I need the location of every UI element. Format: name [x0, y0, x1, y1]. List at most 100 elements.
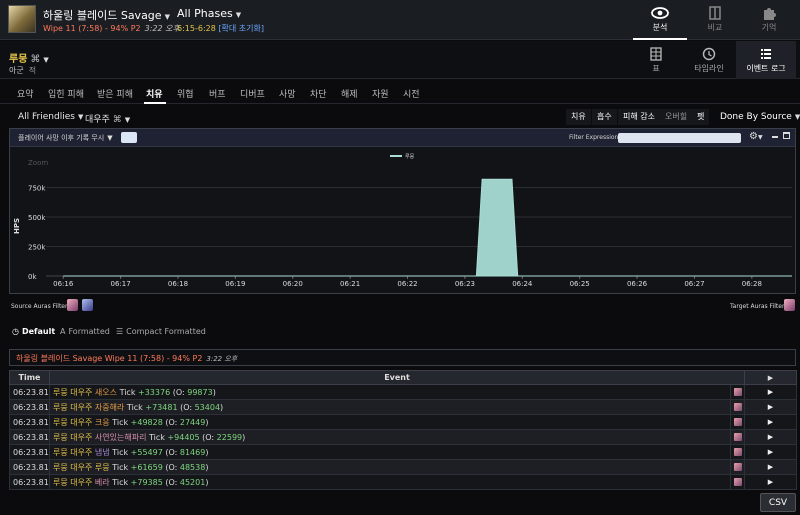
filter-expression-input[interactable]: [618, 133, 741, 143]
table-row[interactable]: 06:23.812루뭉 대우주 루뭉 Tick +61659 (O: 48538…: [9, 459, 797, 475]
target-dropdown[interactable]: 대우주 ⌘ ▼: [85, 112, 130, 125]
target-aura-icon[interactable]: [784, 299, 795, 311]
gear-icon[interactable]: ⚙▼: [749, 131, 763, 142]
table-row[interactable]: 06:23.812루뭉 대우주 사연있는해파리 Tick +94405 (O: …: [9, 429, 797, 445]
ability-icon: [733, 418, 742, 426]
mode-healing-button[interactable]: 치유: [566, 109, 591, 125]
tab-dispels[interactable]: 해제: [341, 87, 358, 100]
boss-avatar: [8, 5, 36, 33]
chevron-down-icon: ▼: [794, 113, 800, 121]
expand-row-icon[interactable]: ▶: [744, 429, 797, 445]
table-row[interactable]: 06:23.812루뭉 대우주 크응 Tick +49828 (O: 27449…: [9, 414, 797, 430]
tab-resources[interactable]: 자원: [372, 87, 389, 100]
tab-threat[interactable]: 위협: [177, 87, 194, 100]
expand-row-icon[interactable]: ▶: [744, 414, 797, 430]
player-name: 루뭉: [9, 54, 28, 65]
expand-row-icon[interactable]: ▶: [744, 474, 797, 490]
format-formatted-label: Formatted: [68, 327, 110, 336]
fight-subtitle: Wipe 11 (7:58) - 94% P2 3:22 오후: [43, 23, 180, 34]
ignore-after-death-dropdown[interactable]: 플레이어 사망 이후 기록 무시 ▼: [18, 133, 113, 143]
event-source: 루뭉: [53, 387, 68, 397]
chevron-down-icon: ▼: [164, 13, 170, 21]
event-overheal-close: ): [205, 447, 209, 457]
event-time: 06:23.812: [9, 459, 50, 475]
player-symbol: ⌘: [30, 54, 41, 65]
view-tab-table-label: 표: [652, 64, 660, 73]
event-overheal-close: ): [212, 387, 216, 397]
x-tick-label: 06:17: [111, 280, 131, 288]
format-compact[interactable]: ☰ Compact Formatted: [116, 327, 206, 336]
event-tick: Tick: [149, 432, 165, 442]
ability-icon: [733, 433, 742, 441]
nav-remember[interactable]: 기억: [742, 0, 796, 40]
maximize-icon[interactable]: [783, 132, 790, 139]
event-time: 06:23.812: [9, 474, 50, 490]
minimize-icon[interactable]: [772, 136, 778, 138]
fight-selector[interactable]: 하울링 블레이드 Savage ▼: [43, 7, 170, 23]
graph-panel: 플레이어 사망 이후 기록 무시 ▼ Filter Expression: ⚙▼ …: [9, 128, 796, 294]
tab-casts[interactable]: 시전: [403, 87, 420, 100]
event-target: 대우주: [70, 447, 93, 457]
phase-selector[interactable]: All Phases ▼: [177, 7, 241, 20]
player-selector[interactable]: 루뭉 ⌘ ▼: [9, 50, 49, 65]
tab-buffs[interactable]: 버프: [209, 87, 226, 100]
tab-deaths[interactable]: 사망: [279, 87, 296, 100]
event-amount: +94405: [167, 432, 200, 442]
player-role: 적: [28, 66, 37, 75]
tab-debuffs[interactable]: 디버프: [240, 87, 265, 100]
view-tab-event-log[interactable]: 이벤트 로그: [736, 41, 796, 79]
csv-button[interactable]: CSV: [760, 493, 796, 512]
hps-chart: 0k 250k 500k 750k Zoom HPS 06:16 06:17 06:18 06:1…: [13, 154, 792, 288]
table-row[interactable]: 06:23.812루뭉 대우주 새오스 Tick +33376 (O: 9987…: [9, 384, 797, 400]
zoom-label: Zoom: [28, 159, 48, 167]
table-row[interactable]: 06:23.812루뭉 대우주 자중해라 Tick +73481 (O: 534…: [9, 399, 797, 415]
expand-row-icon[interactable]: ▶: [744, 384, 797, 400]
expand-all-icon[interactable]: ▶: [744, 370, 797, 385]
target-label: 대우주: [85, 115, 110, 125]
view-tab-table[interactable]: 표: [630, 41, 682, 79]
event-tick: Tick: [112, 462, 129, 472]
reset-zoom-link[interactable]: [확대 초기화]: [218, 24, 264, 33]
fight-wipe: Wipe 11 (7:58) - 94% P2: [43, 24, 141, 33]
tab-interrupts[interactable]: 차단: [310, 87, 327, 100]
table-row[interactable]: 06:23.812루뭉 대우주 냅냅 Tick +55497 (O: 81469…: [9, 444, 797, 460]
event-target: 대우주: [70, 402, 93, 412]
source-aura-icon[interactable]: [67, 299, 78, 311]
event-text: 루뭉 대우주 크응 Tick +49828 (O: 27449): [49, 414, 731, 430]
view-tab-timeline[interactable]: 타임라인: [682, 41, 736, 79]
legend-label: 루뭉: [405, 154, 415, 160]
graph-color-swatch[interactable]: [121, 132, 137, 143]
clock-icon: ◷: [12, 327, 19, 336]
format-default[interactable]: ◷ Default: [12, 327, 55, 336]
mode-overheal-button[interactable]: 오버힐: [660, 109, 693, 125]
nav-compare[interactable]: 비교: [688, 0, 742, 40]
mode-damage-reduction-button[interactable]: 피해 감소: [618, 109, 660, 125]
done-by-dropdown[interactable]: Done By Source ▼: [720, 112, 800, 122]
nav-analyze[interactable]: 분석: [633, 0, 687, 40]
friendlies-dropdown[interactable]: All Friendlies ▼: [18, 112, 83, 122]
expand-row-icon[interactable]: ▶: [744, 459, 797, 475]
tab-damage-taken[interactable]: 받은 피해: [97, 87, 133, 100]
expand-row-icon[interactable]: ▶: [744, 399, 797, 415]
event-text: 루뭉 대우주 냅냅 Tick +55497 (O: 81469): [49, 444, 731, 460]
tab-damage-done[interactable]: 입힌 피해: [48, 87, 84, 100]
event-amount: +33376: [138, 387, 171, 397]
mode-pets-button[interactable]: 펫: [692, 109, 710, 125]
event-overheal: 27449: [179, 417, 206, 427]
format-formatted[interactable]: A Formatted: [60, 327, 110, 336]
active-tab-indicator: [144, 102, 166, 104]
table-row[interactable]: 06:23.812루뭉 대우주 베라 Tick +79385 (O: 45201…: [9, 474, 797, 490]
expand-row-icon[interactable]: ▶: [744, 444, 797, 460]
view-tab-event-log-label: 이벤트 로그: [746, 64, 786, 73]
x-tick-label: 06:28: [742, 280, 762, 288]
phase-title: All Phases: [177, 7, 233, 20]
x-tick-label: 06:22: [397, 280, 417, 288]
tab-healing[interactable]: 치유: [146, 87, 163, 100]
tab-summary[interactable]: 요약: [17, 87, 34, 100]
x-tick-label: 06:26: [627, 280, 648, 288]
event-overheal-open: (O:: [165, 447, 180, 457]
event-source: 루뭉: [53, 477, 68, 487]
mode-absorb-button[interactable]: 흡수: [592, 109, 617, 125]
source-aura-icon[interactable]: [82, 299, 93, 311]
event-overheal-open: (O:: [165, 417, 180, 427]
